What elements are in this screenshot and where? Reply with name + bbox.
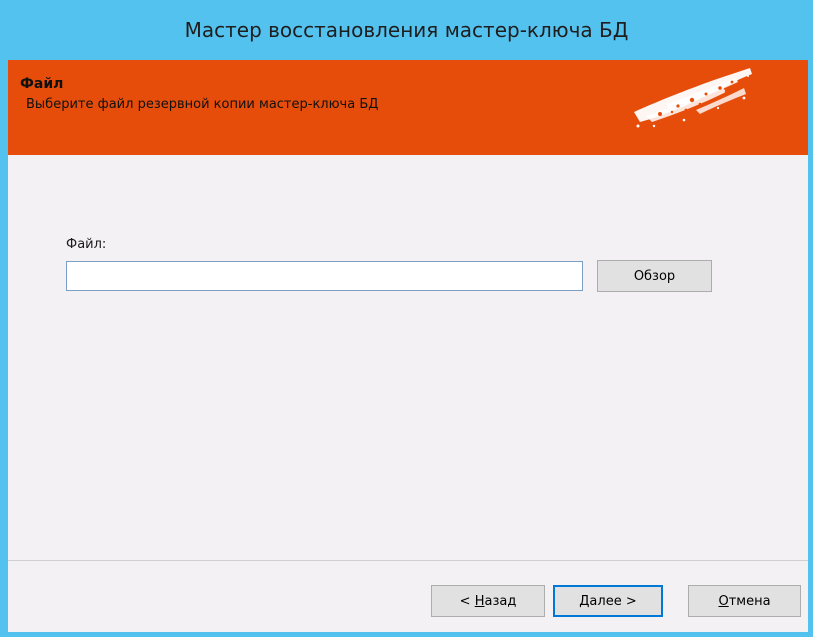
cancel-button-label: тмена — [728, 593, 771, 609]
cancel-button[interactable]: Отмена — [688, 585, 801, 617]
wizard-client-area: Файл Выберите файл резервной копии масте… — [8, 60, 808, 632]
brush-stroke-logo-icon — [634, 68, 752, 128]
next-button-mnemonic: Д — [579, 593, 590, 609]
back-button-mnemonic: Н — [474, 593, 485, 609]
cancel-button-mnemonic: О — [718, 593, 729, 609]
page-subtitle: Выберите файл резервной копии мастер-клю… — [26, 97, 379, 112]
file-path-input[interactable] — [66, 261, 583, 291]
next-button-label: алее > — [589, 593, 637, 609]
footer-separator — [8, 560, 808, 561]
page-title: Файл — [20, 76, 64, 92]
header-banner: Файл Выберите файл резервной копии масте… — [8, 60, 808, 155]
browse-button[interactable]: Обзор — [597, 260, 712, 292]
title-bar[interactable]: Мастер восстановления мастер-ключа БД — [0, 0, 813, 60]
file-label: Файл: — [66, 237, 107, 252]
back-button-label: азад — [484, 593, 517, 609]
window-title: Мастер восстановления мастер-ключа БД — [184, 18, 629, 42]
wizard-window: Мастер восстановления мастер-ключа БД Фа… — [0, 0, 817, 641]
browse-button-label: Обзор — [633, 268, 676, 284]
back-button-prefix: < — [459, 593, 475, 609]
back-button[interactable]: < Назад — [431, 585, 545, 617]
next-button[interactable]: Далее > — [553, 585, 663, 617]
